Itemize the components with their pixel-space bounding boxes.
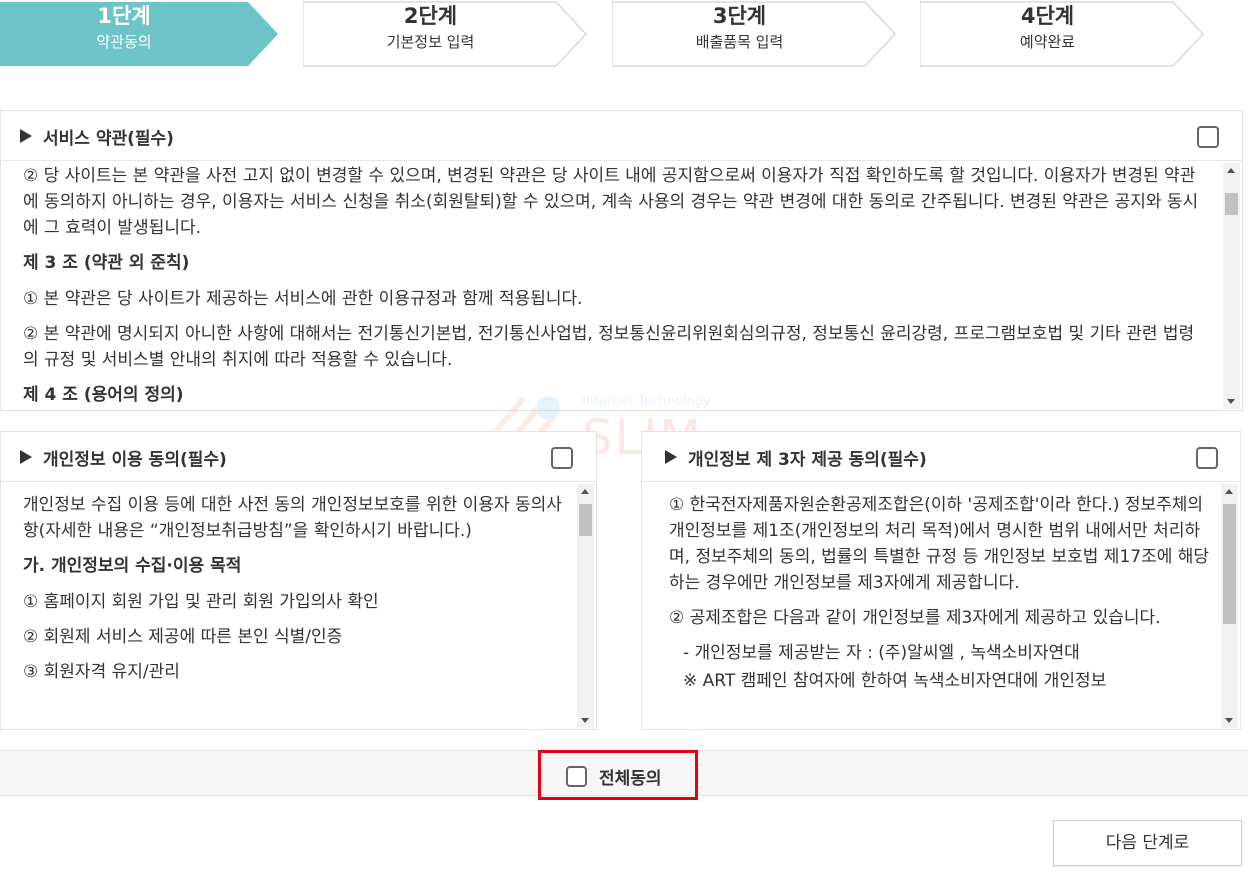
scrollbar-thumb[interactable]	[1225, 193, 1238, 215]
privacy-use-panel: 개인정보 이용 동의(필수) 개인정보 수집 이용 등에 대한 사전 동의 개인…	[0, 431, 597, 730]
terms-paragraph: ② 당 사이트는 본 약관을 사전 고지 없이 변경할 수 있으며, 변경된 약…	[23, 166, 1199, 238]
progress-steps: 1단계 약관동의 2단계 기본정보 입력 3단계 배출품목 입력 4단계 예약완…	[0, 0, 1248, 68]
step-3-number: 3단계	[712, 4, 767, 28]
scroll-up-arrow-icon[interactable]	[1227, 168, 1235, 173]
privacy-use-header: 개인정보 이용 동의(필수)	[1, 432, 596, 482]
step-4-number: 4단계	[1020, 4, 1075, 28]
service-terms-panel: 서비스 약관(필수) ② 당 사이트는 본 약관을 사전 고지 없이 변경할 수…	[0, 110, 1243, 411]
step-2-name: 기본정보 입력	[386, 33, 475, 51]
agree-all-label[interactable]: 전체동의	[599, 764, 662, 789]
step-4-name: 예약완료	[1019, 33, 1076, 51]
third-party-checkbox[interactable]	[1196, 447, 1218, 469]
expand-triangle-icon	[20, 129, 32, 143]
privacy-use-title: 개인정보 이용 동의(필수)	[43, 450, 227, 470]
step-2-number: 2단계	[403, 4, 458, 28]
terms-paragraph: ※ ART 캠페인 참여자에 한하여 녹색소비자연대에 개인정보	[683, 671, 1107, 691]
scroll-down-arrow-icon[interactable]	[1225, 718, 1233, 723]
service-terms-scrollbar[interactable]	[1223, 163, 1240, 409]
next-step-button[interactable]: 다음 단계로	[1053, 820, 1242, 866]
third-party-title: 개인정보 제 3자 제공 동의(필수)	[688, 450, 927, 470]
section-heading: 가. 개인정보의 수집·이용 목적	[23, 556, 242, 576]
expand-triangle-icon	[665, 450, 677, 464]
terms-paragraph: ② 회원제 서비스 제공에 따른 본인 식별/인증	[23, 627, 343, 647]
section-heading: 제 3 조 (약관 외 준칙)	[23, 253, 190, 273]
privacy-use-body[interactable]: 개인정보 수집 이용 등에 대한 사전 동의 개인정보보호를 위한 이용자 동의…	[23, 492, 568, 728]
terms-paragraph: ③ 회원자격 유지/관리	[23, 662, 180, 682]
service-terms-header: 서비스 약관(필수)	[1, 111, 1242, 161]
service-terms-body[interactable]: ② 당 사이트는 본 약관을 사전 고지 없이 변경할 수 있으며, 변경된 약…	[23, 163, 1209, 409]
service-terms-title: 서비스 약관(필수)	[43, 129, 174, 149]
service-terms-checkbox[interactable]	[1197, 126, 1219, 148]
terms-paragraph: ① 홈페이지 회원 가입 및 관리 회원 가입의사 확인	[23, 592, 379, 612]
step-3-name: 배출품목 입력	[695, 33, 784, 51]
third-party-panel: 개인정보 제 3자 제공 동의(필수) ① 한국전자제품자원순환공제조합은(이하…	[641, 431, 1241, 730]
scroll-down-arrow-icon[interactable]	[1227, 399, 1235, 404]
privacy-use-checkbox[interactable]	[551, 447, 573, 469]
step-1: 1단계 약관동의	[0, 0, 280, 67]
terms-paragraph: ② 공제조합은 다음과 같이 개인정보를 제3자에게 제공하고 있습니다.	[669, 608, 1161, 628]
terms-paragraph: ① 한국전자제품자원순환공제조합은(이하 '공제조합'이라 한다.) 정보주체의…	[669, 495, 1210, 593]
terms-paragraph: ① 본 약관은 당 사이트가 제공하는 서비스에 관한 이용규정과 함께 적용됩…	[23, 289, 583, 309]
scrollbar-thumb[interactable]	[579, 504, 592, 536]
third-party-scrollbar[interactable]	[1221, 484, 1238, 728]
agree-all-checkbox[interactable]	[566, 765, 587, 787]
section-heading: 제 4 조 (용어의 정의)	[23, 385, 184, 405]
privacy-use-scrollbar[interactable]	[577, 484, 594, 728]
scrollbar-thumb[interactable]	[1223, 504, 1236, 624]
scroll-down-arrow-icon[interactable]	[581, 718, 589, 723]
third-party-header: 개인정보 제 3자 제공 동의(필수)	[642, 432, 1240, 482]
step-1-name: 약관동의	[96, 33, 152, 51]
step-3: 3단계 배출품목 입력	[612, 0, 897, 67]
step-4: 4단계 예약완료	[920, 0, 1205, 67]
terms-paragraph: ② 본 약관에 명시되지 아니한 사항에 대해서는 전기통신기본법, 전기통신사…	[23, 324, 1195, 370]
scroll-up-arrow-icon[interactable]	[581, 489, 589, 494]
expand-triangle-icon	[20, 450, 32, 464]
terms-paragraph: - 개인정보를 제공받는 자 : (주)알씨엘 , 녹색소비자연대	[683, 643, 1080, 663]
third-party-body[interactable]: ① 한국전자제품자원순환공제조합은(이하 '공제조합'이라 한다.) 정보주체의…	[669, 492, 1214, 728]
agree-all-control[interactable]: 전체동의	[566, 764, 662, 789]
step-1-number: 1단계	[97, 4, 151, 28]
scroll-up-arrow-icon[interactable]	[1225, 489, 1233, 494]
terms-paragraph: 개인정보 수집 이용 등에 대한 사전 동의 개인정보보호를 위한 이용자 동의…	[23, 495, 562, 541]
step-2: 2단계 기본정보 입력	[303, 0, 588, 67]
